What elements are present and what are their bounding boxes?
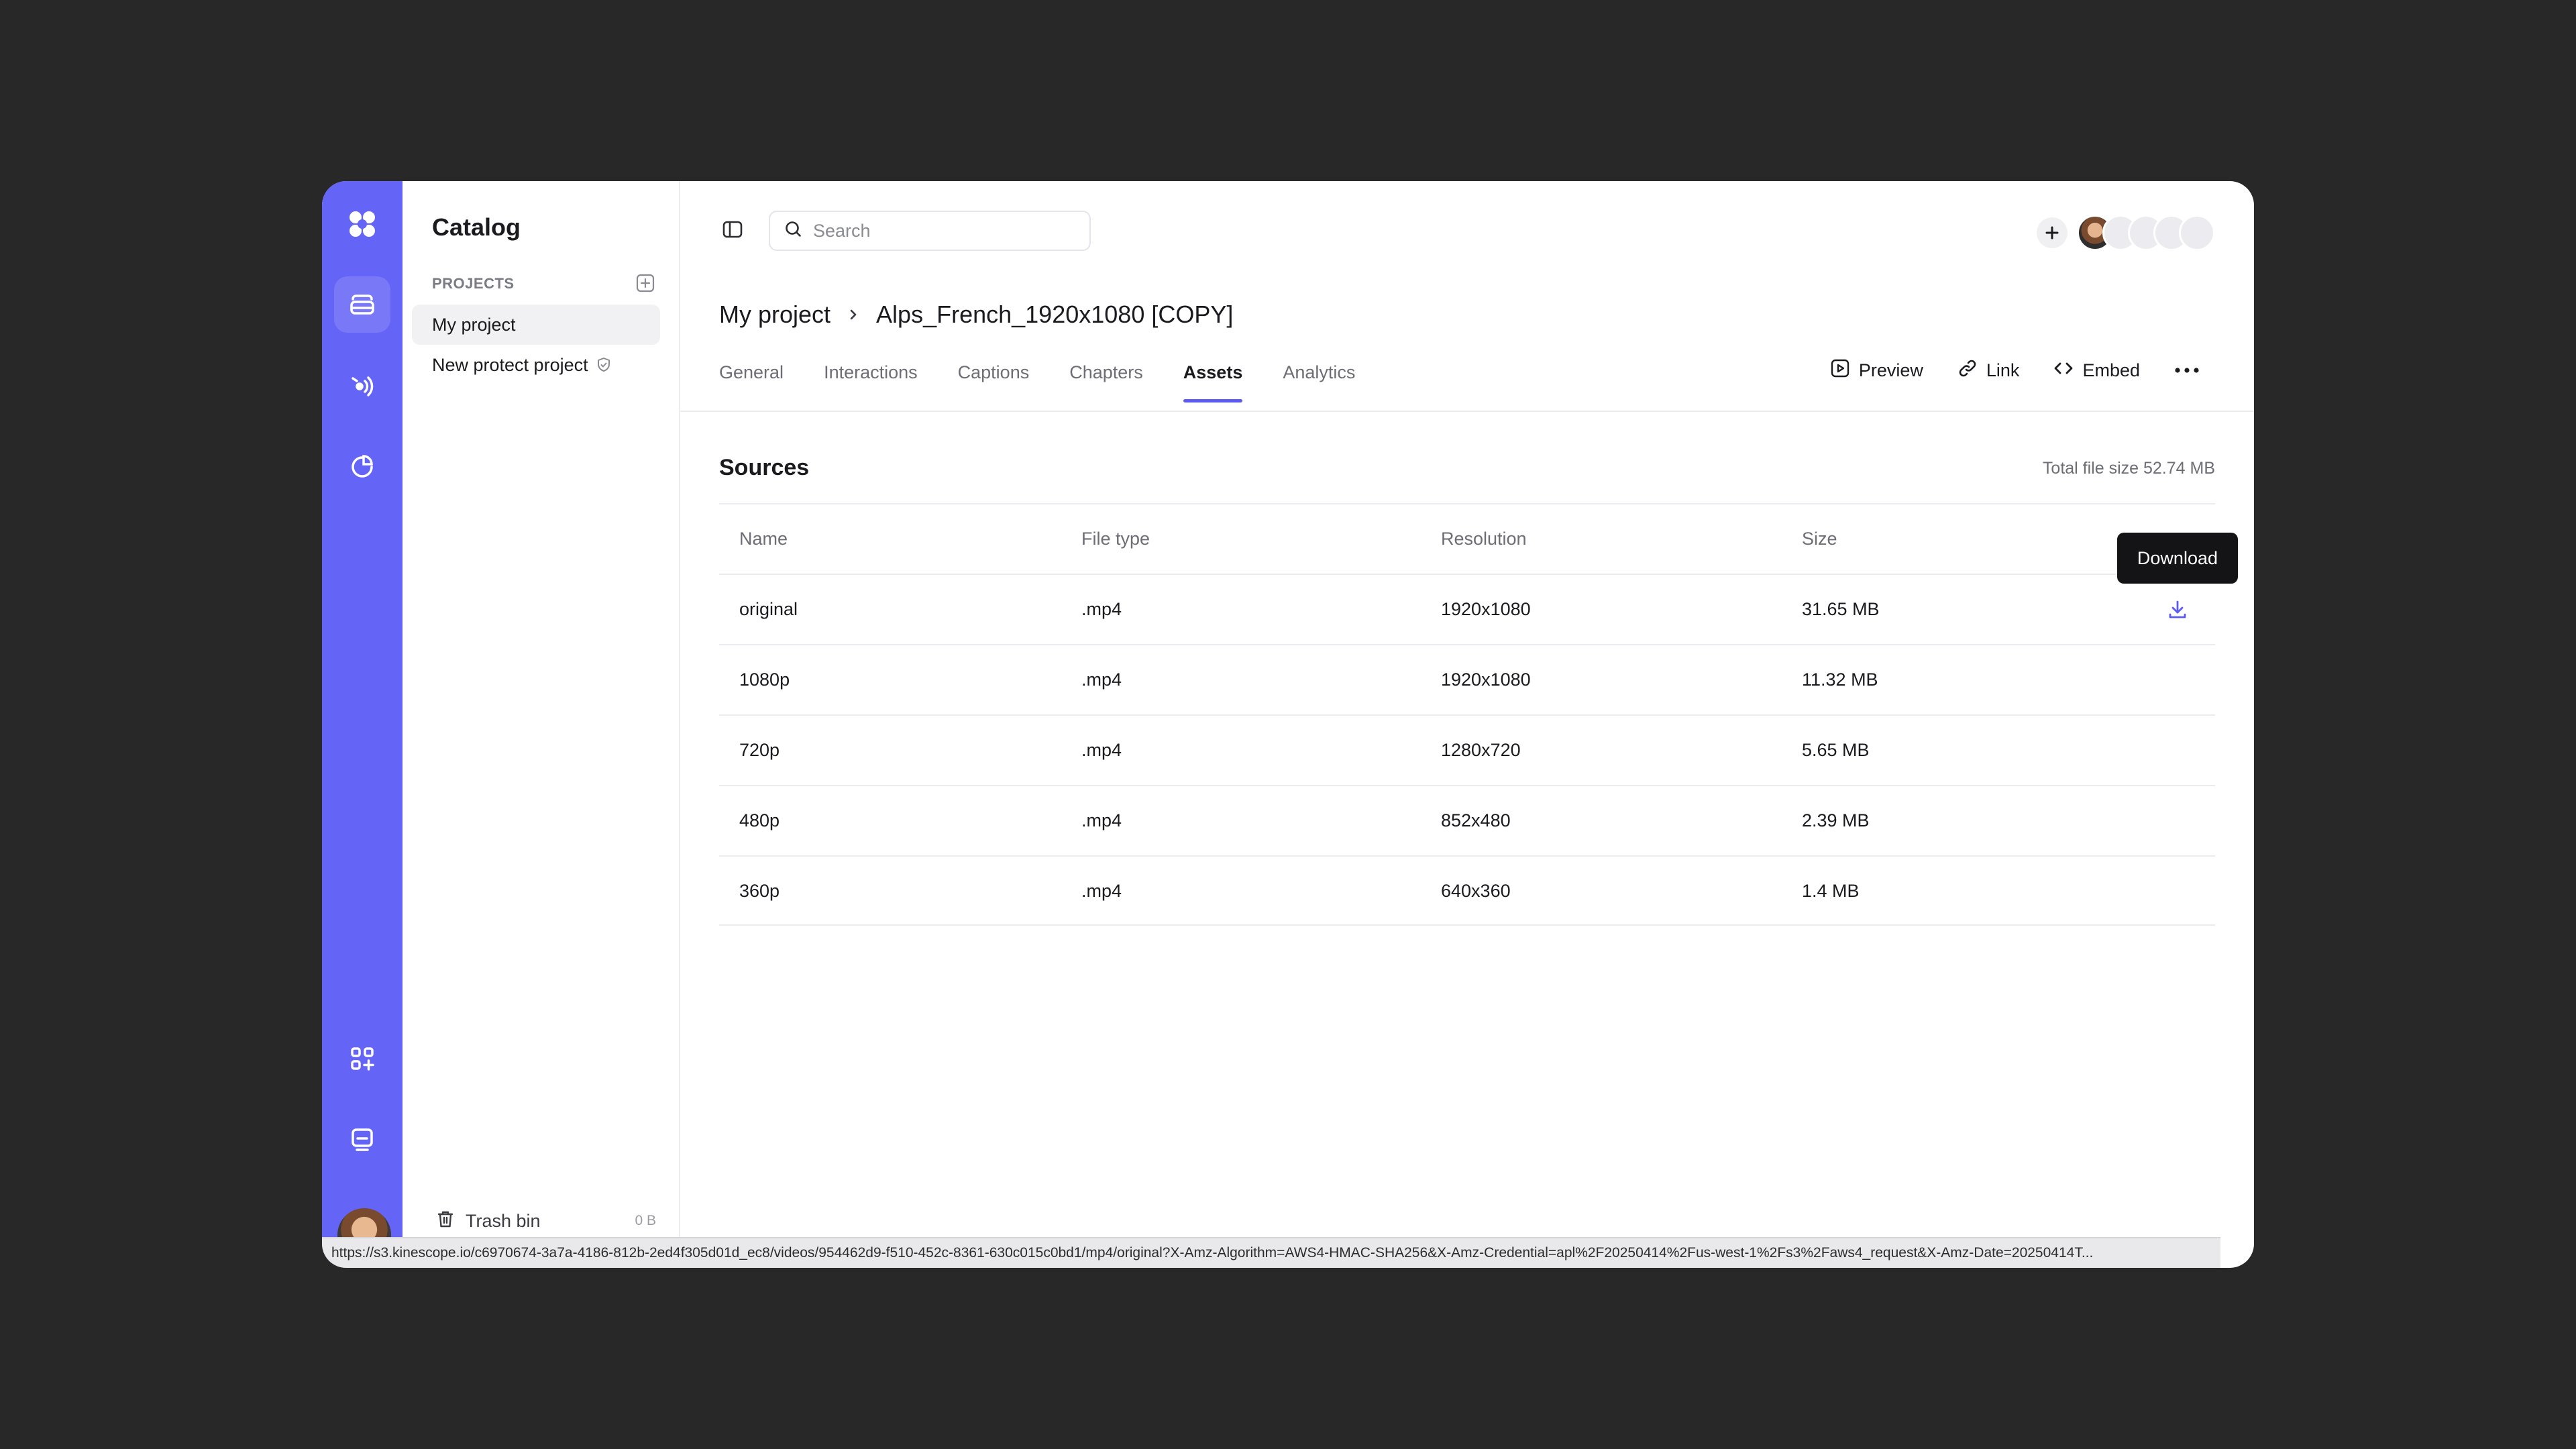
chevron-right-icon — [845, 307, 861, 323]
shield-check-icon — [595, 356, 612, 374]
sources-table: Name File type Resolution Size original … — [719, 503, 2215, 926]
cell-size: 31.65 MB — [1802, 599, 1880, 619]
add-button[interactable] — [2037, 217, 2068, 248]
chat-icon[interactable] — [334, 1111, 390, 1167]
cell-resolution: 1920x1080 — [1441, 599, 1531, 619]
trash-bin-button[interactable]: Trash bin 0 B — [435, 1208, 656, 1234]
cell-size: 1.4 MB — [1802, 881, 1860, 901]
search-field[interactable] — [769, 211, 1091, 251]
breadcrumb-project[interactable]: My project — [719, 301, 830, 329]
cell-name: 360p — [739, 881, 780, 901]
sidebar-item-label: My project — [432, 314, 516, 335]
cell-size: 5.65 MB — [1802, 740, 1870, 760]
download-tooltip: Download — [2116, 533, 2238, 584]
sidebar-toggle-icon[interactable] — [720, 217, 745, 245]
column-header-file-type: File type — [1081, 529, 1150, 549]
search-icon — [784, 219, 804, 243]
live-stream-icon[interactable] — [334, 357, 390, 413]
sources-title: Sources — [719, 455, 810, 480]
cell-resolution: 852x480 — [1441, 810, 1511, 830]
table-row[interactable]: 1080p .mp4 1920x1080 11.32 MB — [719, 644, 2215, 714]
sidebar-item-my-project[interactable]: My project — [412, 305, 660, 345]
total-file-size: Total file size 52.74 MB — [2042, 459, 2215, 478]
nav-rail — [322, 181, 402, 1268]
column-header-resolution: Resolution — [1441, 529, 1527, 549]
column-header-size: Size — [1802, 529, 1837, 549]
sidebar-item-new-protect-project[interactable]: New protect project — [412, 345, 660, 385]
link-icon — [1957, 358, 1978, 384]
cell-file-type: .mp4 — [1081, 881, 1122, 901]
more-options-icon[interactable] — [2174, 366, 2200, 374]
cell-file-type: .mp4 — [1081, 599, 1122, 619]
breadcrumb-video: Alps_French_1920x1080 [COPY] — [876, 301, 1234, 328]
cell-name: 1080p — [739, 669, 790, 690]
cell-resolution: 1920x1080 — [1441, 669, 1531, 690]
apps-icon[interactable] — [334, 1030, 390, 1087]
catalog-icon[interactable] — [334, 276, 390, 333]
cell-name: 480p — [739, 810, 780, 830]
table-row[interactable]: 480p .mp4 852x480 2.39 MB — [719, 785, 2215, 855]
sidebar-item-label: New protect project — [432, 354, 588, 375]
trash-bin-label: Trash bin — [466, 1210, 541, 1231]
main-content: My project Alps_French_1920x1080 [COPY] … — [679, 181, 2254, 1268]
cell-name: 720p — [739, 740, 780, 760]
cell-file-type: .mp4 — [1081, 669, 1122, 690]
link-label: Link — [1986, 360, 2020, 380]
add-project-icon[interactable] — [635, 272, 656, 294]
cell-size: 2.39 MB — [1802, 810, 1870, 830]
link-status-bar: https://s3.kinescope.io/c6970674-3a7a-41… — [322, 1237, 2220, 1268]
collaborators-avatars[interactable] — [2077, 215, 2215, 251]
link-button[interactable]: Link — [1957, 358, 2020, 384]
video-actions: Preview Link Embed — [1796, 358, 2200, 382]
cell-file-type: .mp4 — [1081, 740, 1122, 760]
trash-icon — [435, 1208, 456, 1234]
cell-file-type: .mp4 — [1081, 810, 1122, 830]
trash-bin-size: 0 B — [635, 1213, 656, 1228]
header-right — [2037, 215, 2215, 251]
table-row[interactable]: 360p .mp4 640x360 1.4 MB — [719, 855, 2215, 926]
search-input[interactable] — [812, 219, 1069, 242]
tab-captions[interactable]: Captions — [958, 358, 1030, 402]
cell-resolution: 1280x720 — [1441, 740, 1521, 760]
cell-size: 11.32 MB — [1802, 669, 1878, 690]
play-square-icon — [1829, 358, 1851, 384]
download-icon[interactable] — [2165, 575, 2190, 644]
logo-icon[interactable] — [334, 196, 390, 252]
preview-button[interactable]: Preview — [1829, 358, 1923, 384]
tabs-divider — [679, 411, 2254, 412]
tab-chapters[interactable]: Chapters — [1069, 358, 1143, 402]
cell-resolution: 640x360 — [1441, 881, 1511, 901]
breadcrumb: My project Alps_French_1920x1080 [COPY] — [719, 301, 1233, 329]
app-window: Catalog PROJECTS My project New protect … — [322, 181, 2254, 1268]
sidebar-title: Catalog — [432, 213, 521, 241]
code-icon — [2053, 358, 2074, 384]
table-row[interactable]: 720p .mp4 1280x720 5.65 MB — [719, 714, 2215, 785]
table-row[interactable]: original .mp4 1920x1080 31.65 MB — [719, 574, 2215, 644]
embed-button[interactable]: Embed — [2053, 358, 2140, 384]
preview-label: Preview — [1858, 360, 1923, 380]
tab-assets[interactable]: Assets — [1183, 358, 1242, 402]
tab-interactions[interactable]: Interactions — [824, 358, 918, 402]
tab-bar: General Interactions Captions Chapters A… — [719, 358, 1395, 402]
tab-general[interactable]: General — [719, 358, 784, 402]
cell-name: original — [739, 599, 798, 619]
avatar-placeholder — [2179, 215, 2215, 251]
analytics-icon[interactable] — [334, 437, 390, 494]
table-header: Name File type Resolution Size — [719, 503, 2215, 574]
projects-label: PROJECTS — [432, 275, 515, 292]
tab-analytics[interactable]: Analytics — [1283, 358, 1355, 402]
embed-label: Embed — [2082, 360, 2140, 380]
catalog-sidebar: Catalog PROJECTS My project New protect … — [402, 181, 680, 1268]
column-header-name: Name — [739, 529, 788, 549]
